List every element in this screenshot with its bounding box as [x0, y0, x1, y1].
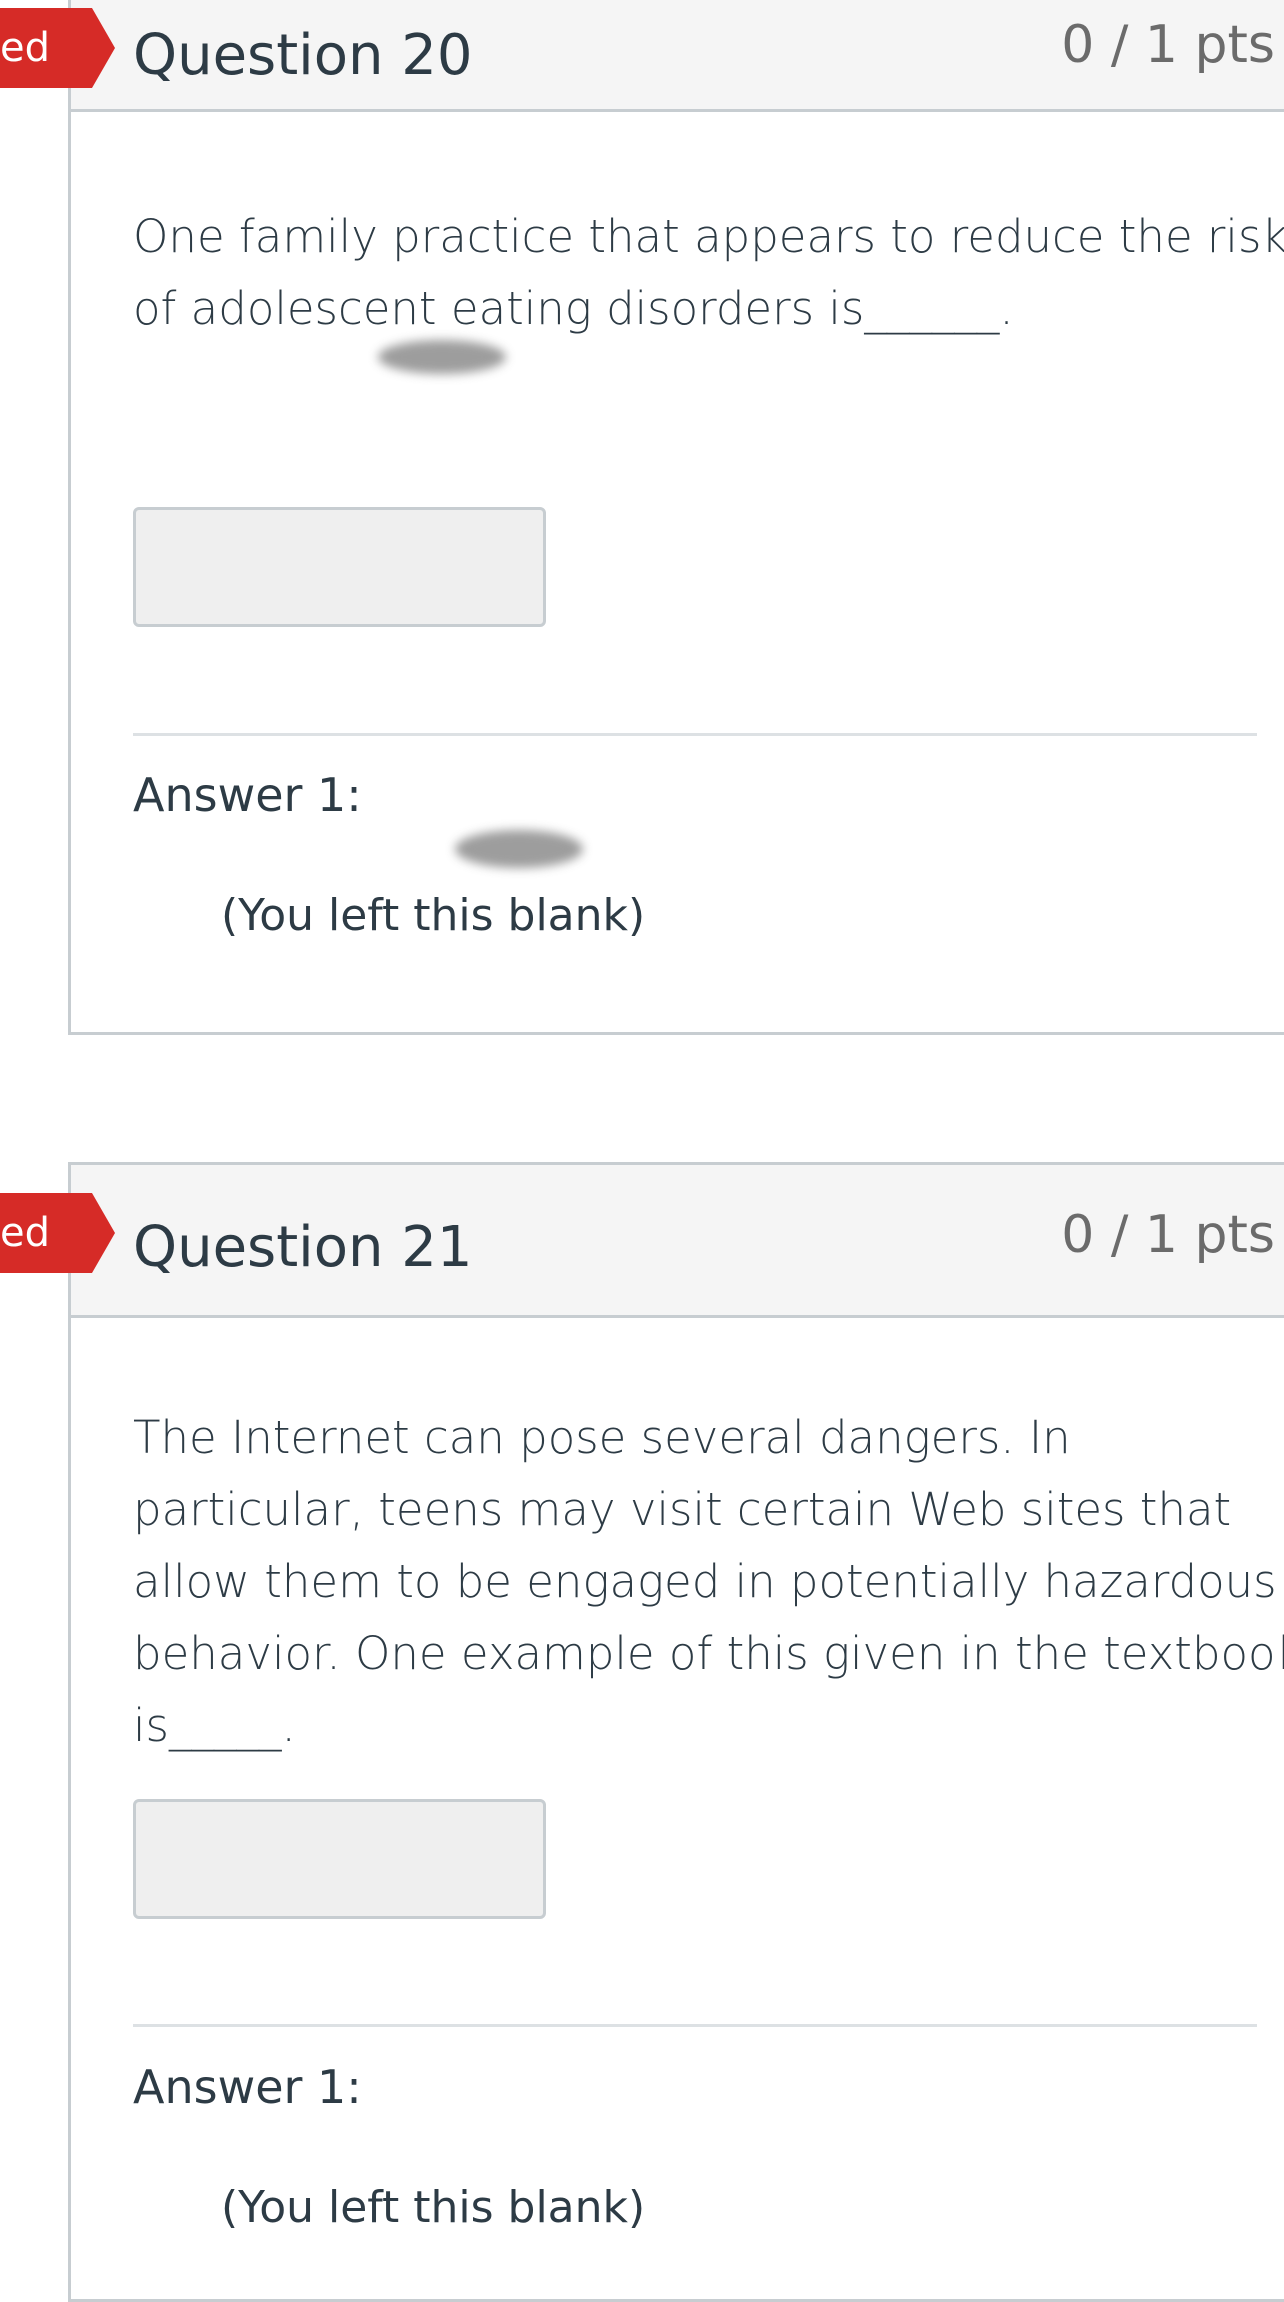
question-card-20: Question 20 0 / 1 pts One family practic… — [68, 0, 1284, 1035]
blank-answer-note: (You left this blank) — [221, 2182, 646, 2233]
ink-smudge — [378, 340, 506, 374]
question-title: Question 20 — [133, 23, 473, 88]
question-header: Question 21 0 / 1 pts — [71, 1165, 1284, 1318]
question-header: Question 20 0 / 1 pts — [71, 0, 1284, 112]
incorrect-flag: ed — [0, 1193, 115, 1273]
question-text: The Internet can pose several dangers. I… — [133, 1411, 1284, 1752]
question-points: 0 / 1 pts — [1061, 15, 1275, 75]
question-card-21: Question 21 0 / 1 pts The Internet can p… — [68, 1162, 1284, 2302]
answer-label: Answer 1: — [133, 768, 362, 822]
incorrect-flag: ed — [0, 8, 115, 88]
divider — [133, 733, 1257, 736]
divider — [133, 2024, 1257, 2027]
question-text: One family practice that appears to redu… — [133, 210, 1284, 335]
answer-label: Answer 1: — [133, 2060, 362, 2114]
answer-input[interactable] — [133, 507, 546, 627]
question-title: Question 21 — [133, 1215, 473, 1280]
answer-input[interactable] — [133, 1799, 546, 1919]
blank-answer-note: (You left this blank) — [221, 890, 646, 941]
question-points: 0 / 1 pts — [1061, 1205, 1275, 1265]
ink-smudge — [455, 830, 583, 868]
